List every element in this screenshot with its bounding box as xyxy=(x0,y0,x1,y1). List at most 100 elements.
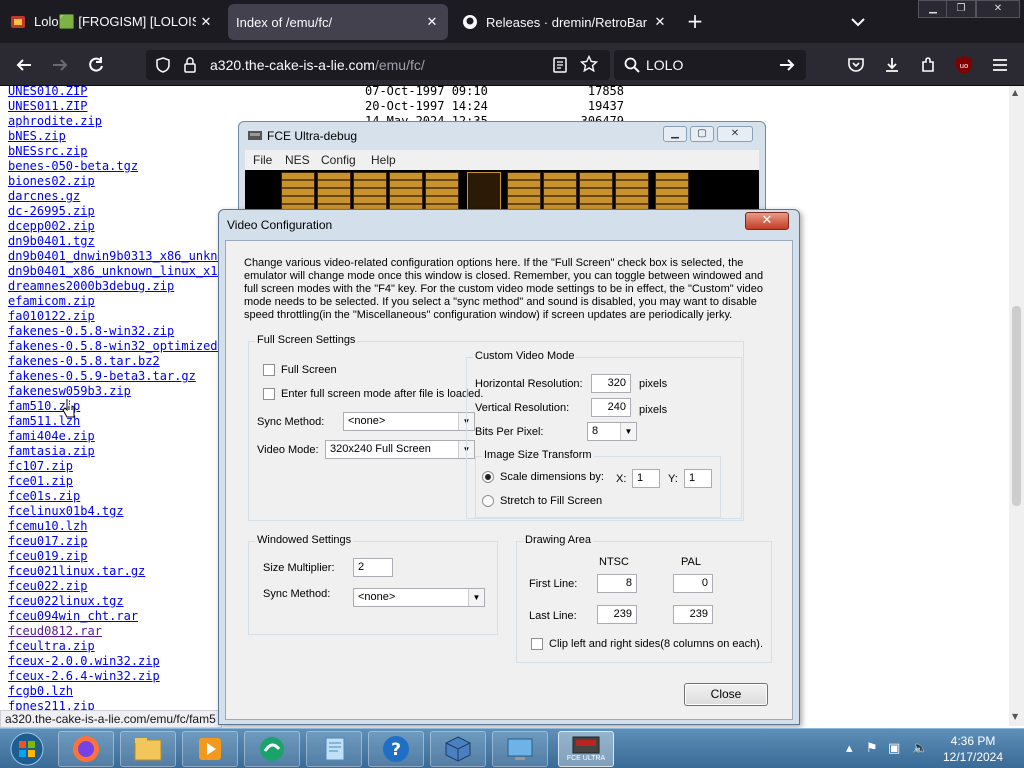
fce-ultra-taskbar-icon[interactable]: FCE ULTRA xyxy=(558,731,614,767)
scale-x-input[interactable]: 1 xyxy=(632,469,660,488)
file-link[interactable]: famtasia.zip xyxy=(8,444,95,458)
close-window-button[interactable]: ✕ xyxy=(976,0,1020,18)
first-line-pal-input[interactable]: 0 xyxy=(673,574,713,593)
file-link[interactable]: fceux-2.0.0.win32.zip xyxy=(8,654,160,668)
close-icon[interactable]: ✕ xyxy=(196,14,216,30)
reader-view-icon[interactable] xyxy=(552,56,568,78)
search-input[interactable]: LOLO xyxy=(646,57,683,73)
tab-index-emu-fc[interactable]: Index of /emu/fc/ ✕ xyxy=(228,4,448,40)
windowed-sync-method-select[interactable]: <none> ▼ xyxy=(353,588,485,607)
reload-icon[interactable] xyxy=(84,53,108,77)
file-link[interactable]: fakenes-0.5.9-beta3.tar.gz xyxy=(8,369,196,383)
file-link[interactable]: aphrodite.zip xyxy=(8,114,102,128)
clip-sides-checkbox[interactable] xyxy=(531,638,543,650)
virtualbox-taskbar-icon[interactable] xyxy=(430,731,486,767)
tab-releases[interactable]: Releases · dremin/RetroBar ✕ xyxy=(454,4,676,40)
close-icon[interactable]: ✕ xyxy=(650,14,670,30)
volume-icon[interactable]: 🔈 xyxy=(912,741,928,756)
last-line-ntsc-input[interactable]: 239 xyxy=(597,605,637,624)
taskbar-clock[interactable]: 4:36 PM 12/17/2024 xyxy=(938,733,1008,765)
file-link[interactable]: bNESsrc.zip xyxy=(8,144,87,158)
full-screen-checkbox[interactable] xyxy=(263,364,275,376)
file-link[interactable]: UNES010.ZIP xyxy=(8,86,87,98)
first-line-ntsc-input[interactable]: 8 xyxy=(597,574,637,593)
file-link[interactable]: dc-26995.zip xyxy=(8,204,95,218)
hres-input[interactable]: 320 xyxy=(591,374,631,393)
file-link[interactable]: fa010122.zip xyxy=(8,309,95,323)
tab-lolo[interactable]: Lolo🟩 [FROGISM] [LOLOISM ✕ xyxy=(2,4,222,40)
file-link[interactable]: fakenes-0.5.8.tar.bz2 xyxy=(8,354,160,368)
file-link[interactable]: fcelinux01b4.tgz xyxy=(8,504,124,518)
new-tab-button[interactable]: + xyxy=(684,11,706,33)
menu-file[interactable]: File xyxy=(253,153,272,167)
file-link[interactable]: dcepp002.zip xyxy=(8,219,95,233)
file-link[interactable]: fceux-2.6.4-win32.zip xyxy=(8,669,160,683)
file-link[interactable]: fcemu10.lzh xyxy=(8,519,87,533)
file-link[interactable]: darcnes.gz xyxy=(8,189,80,203)
enter-fullscreen-checkbox[interactable] xyxy=(263,388,275,400)
file-link[interactable]: fceu019.zip xyxy=(8,549,87,563)
help-taskbar-icon[interactable]: ? xyxy=(368,731,424,767)
search-go-arrow-icon[interactable] xyxy=(778,56,796,78)
control-panel-taskbar-icon[interactable] xyxy=(492,731,548,767)
menu-config[interactable]: Config xyxy=(321,153,356,167)
file-link[interactable]: fceu017.zip xyxy=(8,534,87,548)
bpp-select[interactable]: 8 ▼ xyxy=(587,422,637,441)
video-mode-select[interactable]: 320x240 Full Screen ▼ xyxy=(325,440,475,459)
ublock-origin-icon[interactable]: uo xyxy=(952,53,976,77)
file-link[interactable]: fami404e.zip xyxy=(8,429,95,443)
file-link[interactable]: fcgb0.lzh xyxy=(8,684,73,698)
file-link[interactable]: fce01.zip xyxy=(8,474,73,488)
dialog-close-x-button[interactable]: ✕ xyxy=(745,212,789,230)
shield-icon[interactable] xyxy=(154,56,172,78)
vres-input[interactable]: 240 xyxy=(591,398,631,417)
file-link[interactable]: fceultra.zip xyxy=(8,639,95,653)
search-bar[interactable]: LOLO xyxy=(614,50,806,80)
windows-start-icon[interactable] xyxy=(2,729,52,768)
file-link[interactable]: efamicom.zip xyxy=(8,294,95,308)
scroll-down-arrow-icon[interactable]: ▼ xyxy=(1012,712,1018,721)
network-icon[interactable]: ▣ xyxy=(888,741,900,756)
extensions-icon[interactable] xyxy=(916,53,940,77)
app-taskbar-icon[interactable] xyxy=(244,731,300,767)
file-link[interactable]: fc107.zip xyxy=(8,459,73,473)
file-link[interactable]: fakenes-0.5.8-win32_optimized.zip xyxy=(8,339,246,353)
close-button[interactable]: Close xyxy=(684,683,768,706)
scrollbar-thumb[interactable] xyxy=(1012,306,1021,506)
forward-arrow-icon[interactable] xyxy=(48,53,72,77)
notepad-taskbar-icon[interactable] xyxy=(306,731,362,767)
fce-close-button[interactable]: ✕ xyxy=(717,126,753,142)
file-link[interactable]: fce01s.zip xyxy=(8,489,80,503)
back-arrow-icon[interactable] xyxy=(12,53,36,77)
file-link[interactable]: fceu022.zip xyxy=(8,579,87,593)
last-line-pal-input[interactable]: 239 xyxy=(673,605,713,624)
minimize-button[interactable]: ▁ xyxy=(918,0,948,18)
chevron-down-icon[interactable] xyxy=(848,12,868,32)
star-icon[interactable] xyxy=(579,54,599,77)
pocket-icon[interactable] xyxy=(844,53,868,77)
menu-help[interactable]: Help xyxy=(371,153,396,167)
close-icon[interactable]: ✕ xyxy=(422,14,442,30)
file-link[interactable]: fceud0812.rar xyxy=(8,624,102,638)
file-link[interactable]: fakenes-0.5.8-win32.zip xyxy=(8,324,174,338)
lock-icon[interactable] xyxy=(182,56,198,78)
hamburger-menu-icon[interactable] xyxy=(988,53,1012,77)
media-player-taskbar-icon[interactable] xyxy=(182,731,238,767)
file-link[interactable]: dreamnes2000b3debug.zip xyxy=(8,279,174,293)
file-link[interactable]: biones02.zip xyxy=(8,174,95,188)
file-link[interactable]: bNES.zip xyxy=(8,129,66,143)
menu-nes[interactable]: NES xyxy=(285,153,310,167)
file-link[interactable]: dn9b0401.tgz xyxy=(8,234,95,248)
file-link[interactable]: dn9b0401_x86_unknown_linux_x11.tgz xyxy=(8,264,254,278)
show-hidden-icons-icon[interactable]: ▴ xyxy=(846,741,853,756)
file-link[interactable]: fakenesw059b3.zip xyxy=(8,384,131,398)
stretch-fill-radio[interactable] xyxy=(482,495,494,507)
fs-sync-method-select[interactable]: <none> ▼ xyxy=(343,412,475,431)
url-bar[interactable]: a320.the-cake-is-a-lie.com/emu/fc/ xyxy=(146,50,610,80)
scale-y-input[interactable]: 1 xyxy=(684,469,712,488)
explorer-taskbar-icon[interactable] xyxy=(120,731,176,767)
firefox-taskbar-icon[interactable] xyxy=(58,731,114,767)
file-link[interactable]: fceu021linux.tar.gz xyxy=(8,564,145,578)
scroll-up-arrow-icon[interactable]: ▲ xyxy=(1012,88,1018,97)
file-link[interactable]: benes-050-beta.tgz xyxy=(8,159,138,173)
